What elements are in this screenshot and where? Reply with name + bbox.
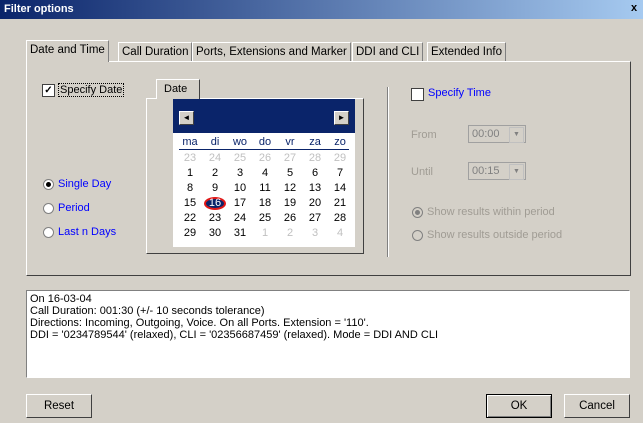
calendar-day[interactable]: 26	[252, 152, 278, 164]
calendar-day[interactable]: 15	[177, 197, 203, 209]
calendar-day[interactable]: 29	[327, 152, 353, 164]
from-time-value: 00:00	[472, 128, 500, 140]
calendar-day[interactable]: 27	[277, 152, 303, 164]
calendar-day[interactable]: 10	[227, 182, 253, 194]
calendar-day[interactable]: 23	[202, 212, 228, 224]
last-n-days-radio[interactable]	[43, 227, 54, 238]
calendar-day[interactable]: 19	[277, 197, 303, 209]
weekday-header: wo	[232, 136, 248, 148]
calendar-day[interactable]: 20	[302, 197, 328, 209]
until-time-value: 00:15	[472, 165, 500, 177]
title-bar: Filter options x	[0, 0, 643, 19]
calendar-day[interactable]: 24	[227, 212, 253, 224]
reset-button[interactable]: Reset	[26, 394, 92, 418]
until-label: Until	[411, 166, 434, 178]
date-tab[interactable]: Date	[156, 79, 200, 99]
from-label: From	[411, 129, 437, 141]
calendar-day[interactable]: 24	[202, 152, 228, 164]
calendar-day[interactable]: 21	[327, 197, 353, 209]
specify-date-label[interactable]: Specify Date	[58, 83, 125, 97]
tab-call-duration[interactable]: Call Duration	[118, 42, 193, 61]
calendar-day[interactable]: 11	[252, 182, 278, 194]
calendar-day[interactable]: 18	[252, 197, 278, 209]
last-n-days-label[interactable]: Last n Days	[58, 226, 116, 238]
window-title: Filter options	[4, 3, 74, 15]
outside-period-label: Show results outside period	[427, 229, 563, 241]
summary-line: Call Duration: 001:30 (+/- 10 seconds to…	[30, 305, 265, 317]
calendar-day[interactable]: 3	[302, 227, 328, 239]
weekday-header: za	[309, 136, 321, 148]
calendar-day[interactable]: 4	[252, 167, 278, 179]
calendar-day[interactable]: 6	[302, 167, 328, 179]
from-time-select[interactable]: 00:00 ▼	[468, 125, 526, 143]
summary-line: Directions: Incoming, Outgoing, Voice. O…	[30, 317, 369, 329]
weekday-divider	[179, 149, 349, 150]
calendar-day[interactable]: 5	[277, 167, 303, 179]
calendar-day[interactable]: 14	[327, 182, 353, 194]
calendar-day[interactable]: 13	[302, 182, 328, 194]
until-time-select[interactable]: 00:15 ▼	[468, 162, 526, 180]
calendar-day[interactable]: 27	[302, 212, 328, 224]
calendar-day[interactable]: 28	[302, 152, 328, 164]
period-label[interactable]: Period	[58, 202, 90, 214]
cancel-button[interactable]: Cancel	[564, 394, 630, 418]
calendar-day[interactable]: 30	[202, 227, 228, 239]
calendar-day[interactable]: 31	[227, 227, 253, 239]
tab-extended-info[interactable]: Extended Info	[427, 42, 506, 61]
calendar-day[interactable]: 7	[327, 167, 353, 179]
chevron-down-icon[interactable]: ▼	[509, 164, 524, 180]
single-day-label[interactable]: Single Day	[58, 178, 111, 190]
outside-period-radio[interactable]	[412, 230, 423, 241]
calendar-header: ◄ ►	[173, 99, 355, 133]
calendar-day[interactable]: 22	[177, 212, 203, 224]
filter-summary: On 16-03-04 Call Duration: 001:30 (+/- 1…	[26, 290, 630, 378]
weekday-header: zo	[334, 136, 346, 148]
tab-ports-extensions-marker[interactable]: Ports, Extensions and Marker	[192, 42, 351, 61]
weekday-header: di	[210, 136, 220, 148]
within-period-radio[interactable]	[412, 207, 423, 218]
weekday-header: vr	[285, 136, 295, 148]
calendar-day[interactable]: 12	[277, 182, 303, 194]
calendar-day[interactable]: 9	[202, 182, 228, 194]
period-radio[interactable]	[43, 203, 54, 214]
next-month-icon[interactable]: ►	[334, 111, 349, 125]
specify-time-label[interactable]: Specify Time	[428, 87, 491, 99]
calendar-day[interactable]: 3	[227, 167, 253, 179]
specify-time-checkbox[interactable]	[411, 88, 424, 101]
calendar-day[interactable]: 25	[227, 152, 253, 164]
calendar-day[interactable]: 1	[177, 167, 203, 179]
calendar-day[interactable]: 17	[227, 197, 253, 209]
calendar-day[interactable]: 29	[177, 227, 203, 239]
tab-ddi-and-cli[interactable]: DDI and CLI	[352, 42, 424, 61]
calendar: ◄ ► ma di wo do vr za zo 23 24 25 26 27 28 29 1 2 3 4 5 6 7…	[173, 99, 355, 247]
summary-line: DDI = '0234789544' (relaxed), CLI = '023…	[30, 329, 438, 341]
weekday-header: do	[258, 136, 272, 148]
within-period-label: Show results within period	[427, 206, 555, 218]
single-day-radio[interactable]	[43, 179, 54, 190]
calendar-day[interactable]: 1	[252, 227, 278, 239]
calendar-day[interactable]: 2	[277, 227, 303, 239]
calendar-day[interactable]: 2	[202, 167, 228, 179]
specify-date-checkbox[interactable]: ✓	[42, 84, 55, 97]
calendar-day[interactable]: 4	[327, 227, 353, 239]
prev-month-icon[interactable]: ◄	[179, 111, 194, 125]
calendar-day-selected[interactable]: 16	[202, 197, 228, 209]
calendar-day[interactable]: 28	[327, 212, 353, 224]
calendar-day[interactable]: 25	[252, 212, 278, 224]
tab-date-and-time[interactable]: Date and Time	[26, 40, 109, 62]
close-icon[interactable]: x	[628, 2, 640, 15]
chevron-down-icon[interactable]: ▼	[509, 127, 524, 143]
calendar-day[interactable]: 8	[177, 182, 203, 194]
weekday-header: ma	[182, 136, 198, 148]
vertical-divider	[387, 87, 389, 257]
calendar-day[interactable]: 23	[177, 152, 203, 164]
ok-button[interactable]: OK	[486, 394, 552, 418]
summary-line: On 16-03-04	[30, 293, 92, 305]
calendar-day[interactable]: 26	[277, 212, 303, 224]
